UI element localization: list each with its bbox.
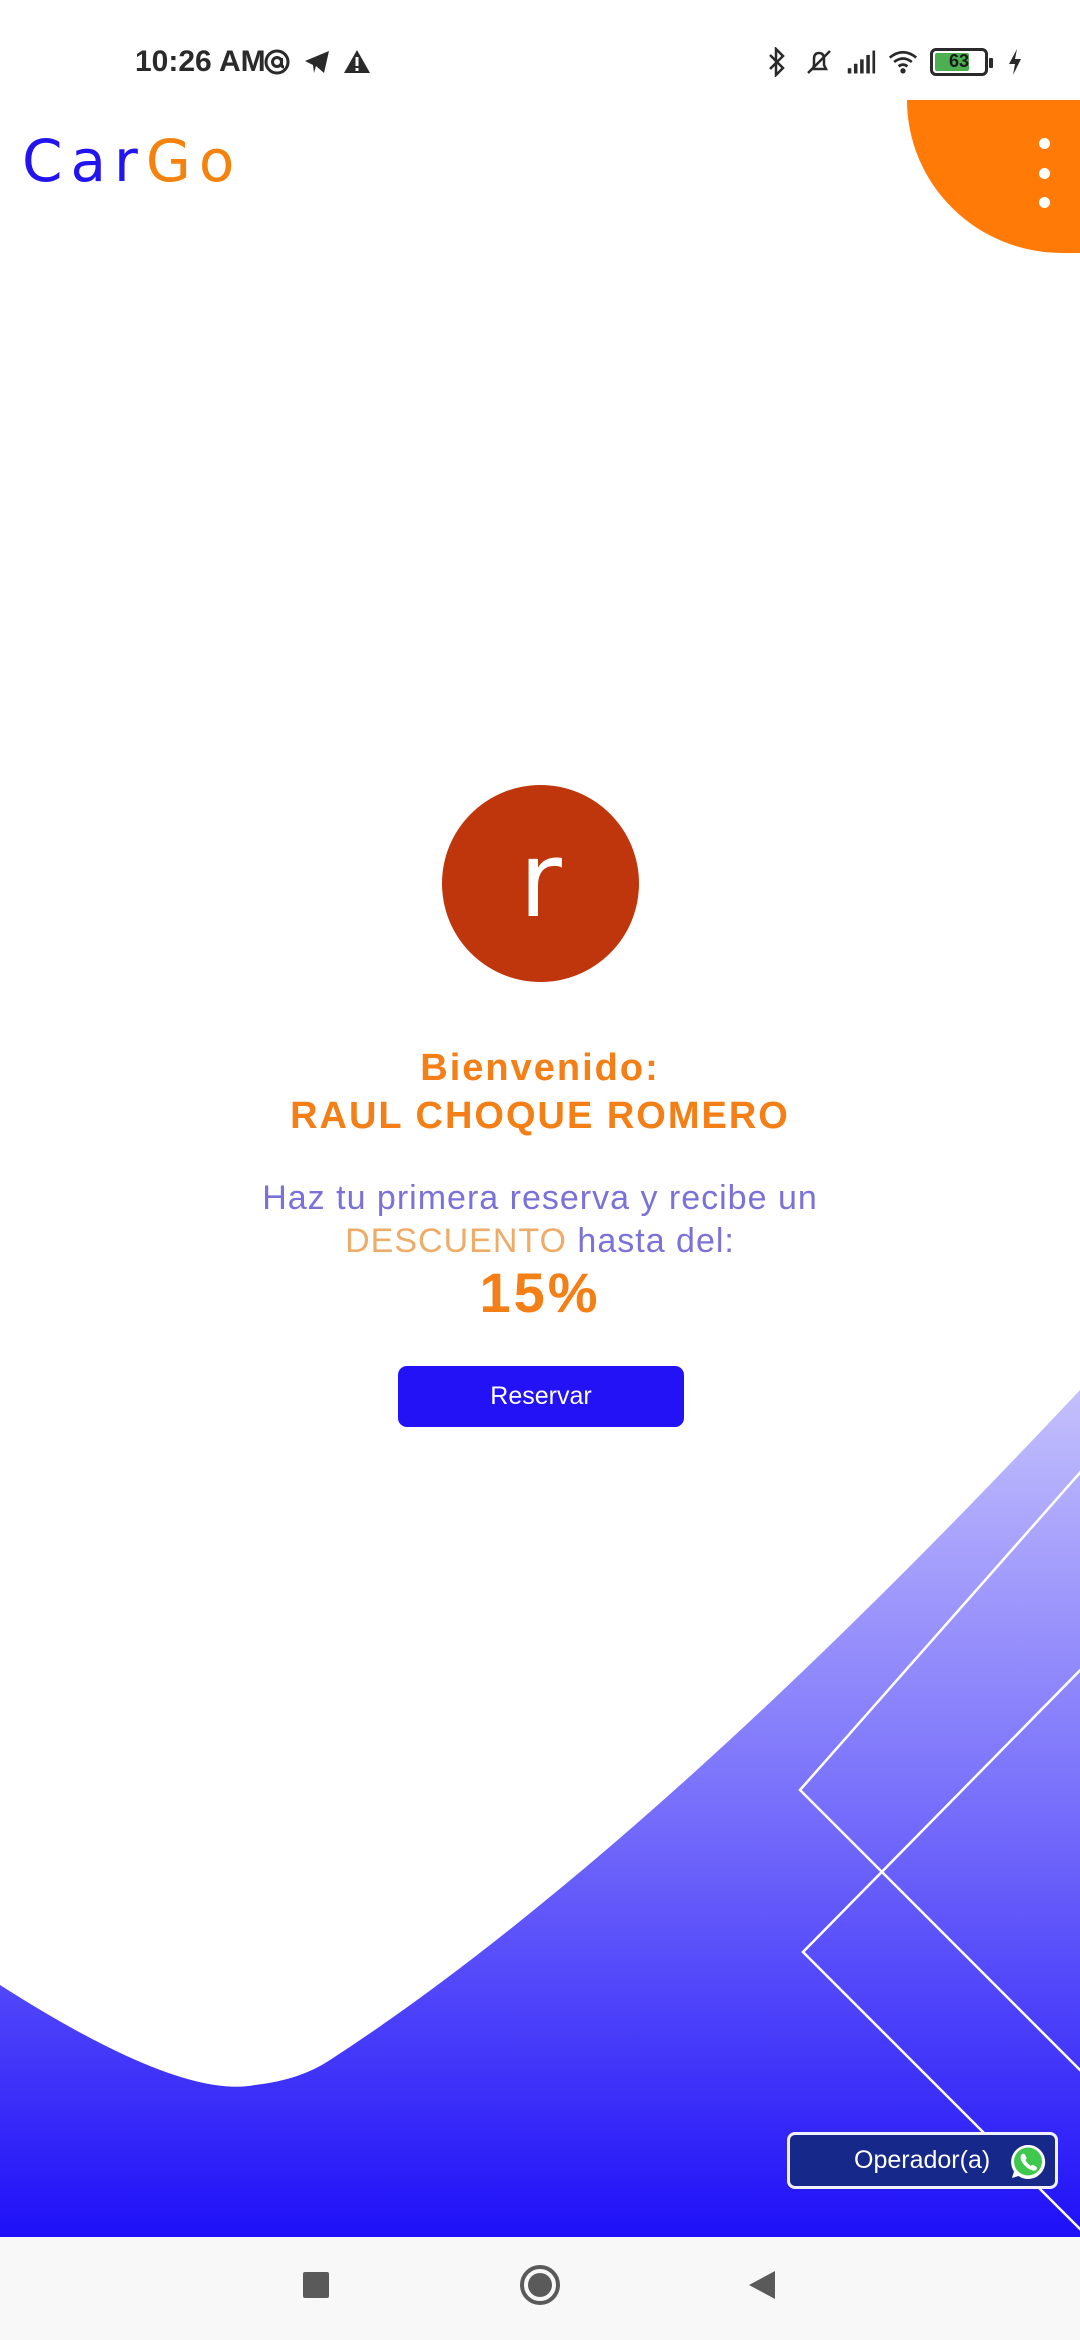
operator-label: Operador(a) [854,2146,991,2174]
promo-text: Haz tu primera reserva y recibe un [262,1179,818,1217]
overflow-menu-button[interactable] [1020,138,1068,208]
app-logo: CarGo [22,126,242,196]
welcome-label: Bienvenido: [420,1047,660,1089]
triangle-back-icon [749,2271,775,2299]
mute-vibrate-icon [804,47,834,77]
logo-go: Go [145,127,243,195]
discount-highlight: DESCUENTO [345,1222,567,1260]
wave-background [0,1390,1080,2237]
at-sign-icon [262,47,292,77]
back-button[interactable] [727,2255,797,2315]
circle-icon [520,2265,560,2305]
avatar: r [442,785,639,982]
charging-icon [1000,47,1030,77]
status-right-icons: 63 [762,44,1030,80]
status-left-icons [262,44,372,80]
discount-value: 15% [479,1261,601,1324]
vertical-ellipsis-icon-dot [1038,138,1050,149]
operator-button[interactable]: Operador(a) [787,2132,1058,2189]
wifi-icon [888,47,918,77]
promo-text-rest: hasta del: [566,1222,735,1260]
vertical-ellipsis-icon-dot [1038,197,1050,208]
signal-icon [846,47,876,77]
vertical-ellipsis-icon-dot [1038,167,1050,179]
battery-icon: 63 [930,48,993,76]
recents-button[interactable] [281,2255,351,2315]
whatsapp-icon [1011,2144,1046,2179]
system-nav-bar [0,2237,1080,2340]
logo-car: Car [22,127,146,195]
battery-level: 63 [948,51,970,71]
home-button[interactable] [505,2255,575,2315]
promo-text-line2: DESCUENTO hasta del: [0,1218,1080,1264]
warning-icon [342,47,372,77]
square-icon [303,2272,329,2298]
telegram-icon [302,47,332,77]
status-time: 10:26 AM [135,45,266,78]
user-name: RAUL CHOQUE ROMERO [290,1095,790,1137]
bluetooth-icon [762,47,792,77]
